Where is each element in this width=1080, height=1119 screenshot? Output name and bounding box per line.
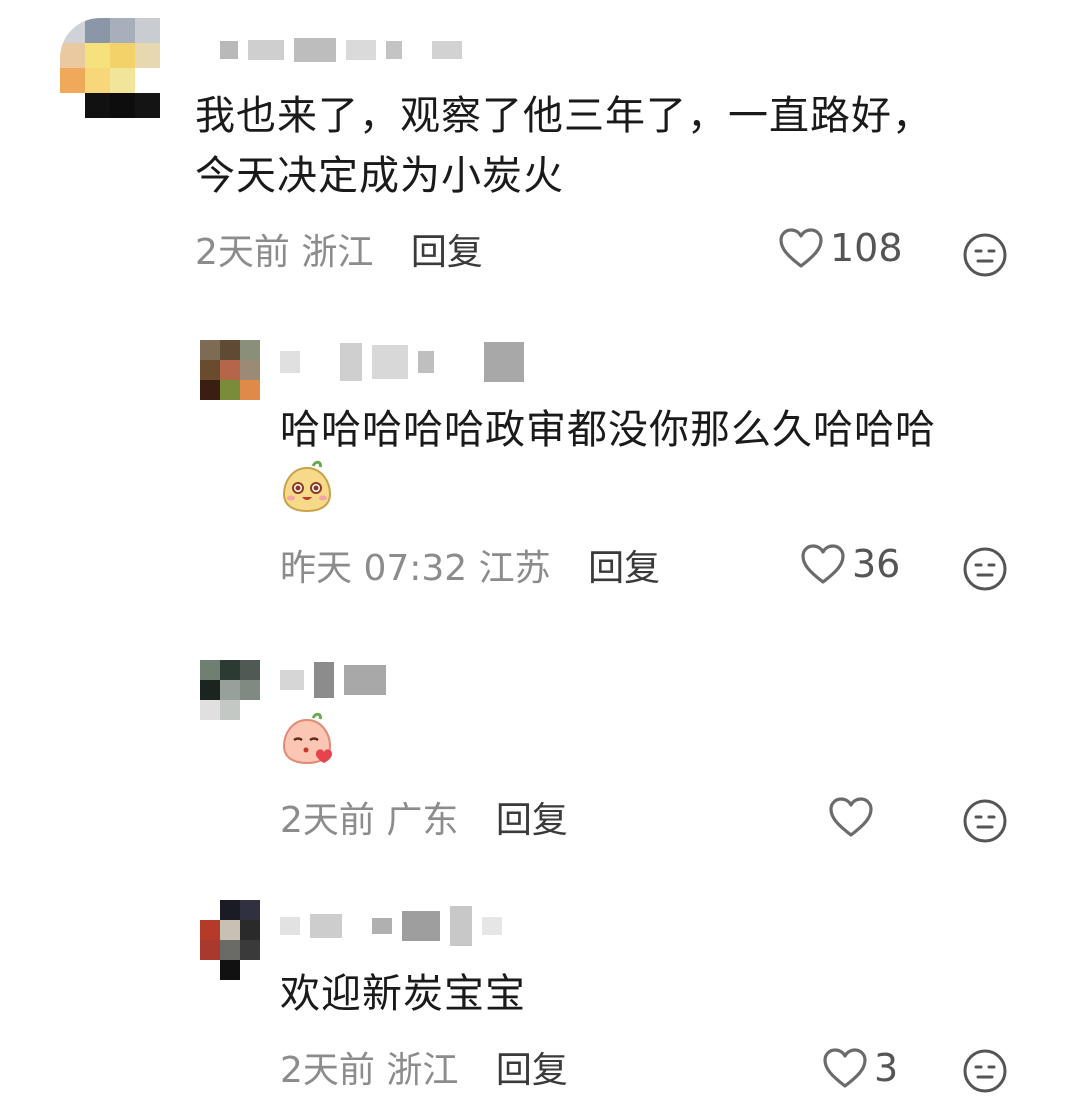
- username[interactable]: [280, 342, 524, 382]
- neutral-face-icon[interactable]: [962, 1048, 1008, 1094]
- heart-outline-icon: [829, 797, 873, 837]
- comment-text: 哈哈哈哈哈政审都没你那么久哈哈哈: [280, 407, 936, 453]
- avatar[interactable]: [200, 340, 260, 400]
- username[interactable]: [280, 904, 502, 948]
- comment-location: 浙江: [386, 1050, 459, 1091]
- comment-time: 2天前: [280, 1050, 375, 1091]
- heart-outline-icon: [823, 1048, 867, 1088]
- reply-button[interactable]: 回复: [496, 800, 568, 841]
- comment-meta: 昨天 07:32 江苏 回复: [280, 544, 660, 594]
- avatar[interactable]: [200, 900, 260, 980]
- peach-mascot-sticker: [282, 712, 332, 765]
- comment-item: 欢迎新炭宝宝 2天前 浙江 回复 3: [0, 890, 1080, 1119]
- like-count: 36: [852, 542, 901, 586]
- comment-item: 2天前 广东 回复: [0, 650, 1080, 890]
- username[interactable]: [220, 36, 462, 64]
- comment-meta: 2天前 广东 回复: [280, 796, 568, 846]
- neutral-face-icon[interactable]: [962, 546, 1008, 592]
- reply-button[interactable]: 回复: [411, 232, 483, 273]
- comment-text: 欢迎新炭宝宝: [280, 971, 526, 1017]
- neutral-face-icon[interactable]: [962, 798, 1008, 844]
- comment-text: 我也来了，观察了他三年了，一直路好，今天决定成为小炭火: [195, 93, 933, 199]
- like-button[interactable]: [828, 796, 880, 838]
- comment-meta: 2天前 浙江 回复: [280, 1046, 568, 1096]
- reply-button[interactable]: 回复: [588, 548, 660, 589]
- reply-button[interactable]: 回复: [496, 1050, 568, 1091]
- like-button[interactable]: 36: [800, 542, 900, 586]
- peach-mascot-sticker: [282, 460, 332, 513]
- heart-outline-icon: [801, 544, 845, 584]
- comment-time: 2天前: [280, 800, 375, 841]
- comment-time: 2天前: [195, 232, 290, 273]
- neutral-face-icon[interactable]: [962, 232, 1008, 278]
- like-count: 3: [874, 1046, 899, 1090]
- avatar[interactable]: [200, 660, 260, 720]
- comment-meta: 2天前 浙江 回复: [195, 228, 483, 278]
- comment-location: 浙江: [301, 232, 374, 273]
- comment-location: 江苏: [478, 548, 551, 589]
- comment-item: 哈哈哈哈哈政审都没你那么久哈哈哈 昨天 07:32 江苏 回复 36: [0, 330, 1080, 620]
- comment-time: 昨天 07:32: [280, 548, 468, 589]
- like-count: 108: [830, 226, 903, 270]
- comment-item: 我也来了，观察了他三年了，一直路好，今天决定成为小炭火 2天前 浙江 回复 10…: [0, 0, 1080, 300]
- heart-outline-icon: [779, 228, 823, 268]
- avatar[interactable]: [60, 18, 160, 118]
- like-button[interactable]: 108: [778, 226, 903, 270]
- like-button[interactable]: 3: [822, 1046, 898, 1090]
- comment-location: 广东: [386, 800, 459, 841]
- username[interactable]: [280, 660, 386, 700]
